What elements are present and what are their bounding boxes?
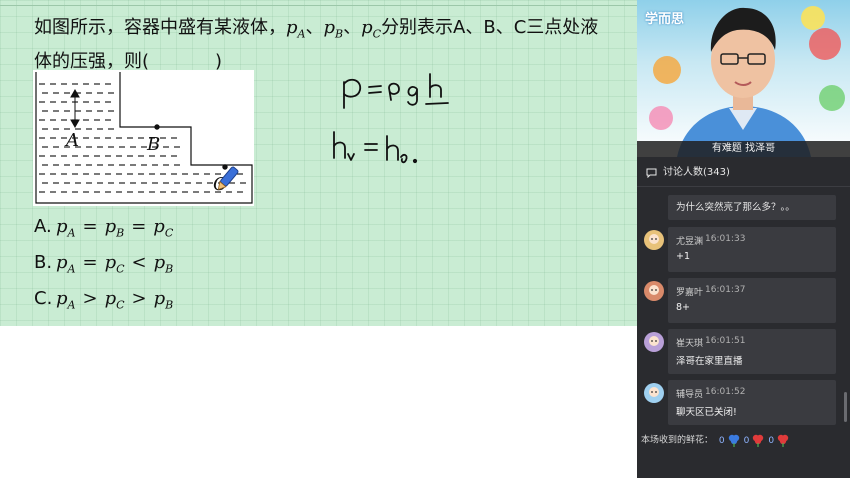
chat-bubble-icon [646, 168, 657, 178]
chat-username: 罗嘉叶 [676, 288, 704, 298]
option-letter: C. [34, 288, 53, 310]
option-d: D.pA=pB<pC [34, 320, 173, 326]
board-top-rule [0, 5, 637, 6]
question-line2-start: 体的压强，则( [34, 50, 150, 72]
option-expression: pA > pC > pB [56, 288, 174, 312]
option-letter: B. [34, 252, 53, 274]
lesson-board: 如图所示，容器中盛有某液体，pA、pB、pC分别表示A、B、C三点处液 体的压强… [0, 0, 637, 326]
answer-options: A.pA=pB=pCB.pA=pC<pBC.pA>pC>pBD.pA=pB<pC [34, 212, 173, 326]
avatar [644, 281, 664, 301]
teacher-caption: 有难题 找泽哥 [637, 141, 850, 157]
chat-username: 崔天琪 [676, 339, 704, 349]
liquid-container-diagram: A B C [35, 72, 253, 204]
option-a: A. pA = pB = pC [34, 212, 173, 248]
flower-icon [753, 434, 764, 447]
flower-icon [777, 434, 789, 447]
option-expression: pA = pC < pB [56, 252, 174, 276]
avatar [644, 230, 664, 250]
brand-logo: 学而思 [645, 12, 685, 27]
chat-message-pinned: 为什么突然亮了那么多？。。 [668, 195, 836, 220]
flower-count: 0 [743, 435, 750, 446]
chat-username: 辅导员 [676, 390, 704, 400]
option-letter: A. [34, 216, 52, 237]
container-figure: A B C [33, 70, 254, 206]
question-line1-end: 分别表示A、B、C三点处液 [381, 17, 599, 38]
chat-header: 讨论人数(343) [637, 160, 850, 186]
chat-timestamp: 16:01:51 [705, 336, 746, 346]
flower-label: 本场收到的鲜花： [641, 435, 714, 446]
separator: 、 [343, 17, 362, 38]
avatar [644, 383, 664, 403]
chat-message: 尤昱渊 16:01:33 +1 [637, 227, 850, 276]
chat-divider [637, 186, 850, 187]
flower-count: 0 [768, 435, 775, 446]
chat-message-card: 辅导员 16:01:52 聊天区已关闭! [668, 380, 836, 425]
var-pa: pA [286, 17, 306, 41]
question-line1-start: 如图所示，容器中盛有某液体， [34, 17, 286, 38]
option-expression: pA=pB<pC [56, 324, 173, 326]
flower-count: 0 [718, 435, 725, 446]
chat-message: 罗嘉叶 16:01:37 8+ [637, 278, 850, 327]
chat-message: 崔天琪 16:01:51 泽哥在家里直播 [637, 329, 850, 378]
label-b: B [146, 134, 160, 155]
label-a: A [64, 130, 79, 151]
handwritten-notes [333, 73, 449, 164]
chat-timestamp: 16:01:52 [705, 387, 746, 397]
chat-timestamp: 16:01:37 [705, 285, 746, 295]
chat-scrollbar[interactable] [844, 392, 847, 422]
separator: 、 [305, 17, 324, 38]
chat-text: 8+ [676, 302, 691, 313]
chat-message: 辅导员 16:01:52 聊天区已关闭! [637, 380, 850, 429]
teacher-video: 学而思 有难题 找泽哥 [637, 0, 850, 157]
chat-text: +1 [676, 251, 691, 262]
option-letter: D. [34, 320, 56, 326]
chat-username: 尤昱渊 [676, 237, 704, 247]
option-b: B. pA = pC < pB [34, 248, 173, 284]
flower-counter: 本场收到的鲜花： 0 0 0 [641, 433, 790, 447]
chat-text: 聊天区已关闭! [676, 407, 737, 418]
chat-message-card: 尤昱渊 16:01:33 +1 [668, 227, 836, 272]
flower-icon [728, 434, 739, 447]
chat-timestamp: 16:01:33 [705, 234, 746, 244]
option-c: C. pA > pC > pB [34, 284, 173, 320]
live-side-panel: 学而思 有难题 找泽哥 讨论人数(343) 为什么突然亮了那么多？。。 尤昱渊 1… [637, 0, 850, 478]
discussion-count: 讨论人数(343) [663, 167, 730, 178]
question-bracket-close: ) [215, 50, 223, 72]
avatar [644, 332, 664, 352]
var-pc: pC [361, 17, 382, 41]
chat-message-card: 崔天琪 16:01:51 泽哥在家里直播 [668, 329, 836, 374]
chat-text: 泽哥在家里直播 [676, 356, 743, 367]
option-expression: pA = pB = pC [56, 216, 174, 240]
var-pb: pB [323, 17, 344, 41]
chat-message-card: 罗嘉叶 16:01:37 8+ [668, 278, 836, 323]
